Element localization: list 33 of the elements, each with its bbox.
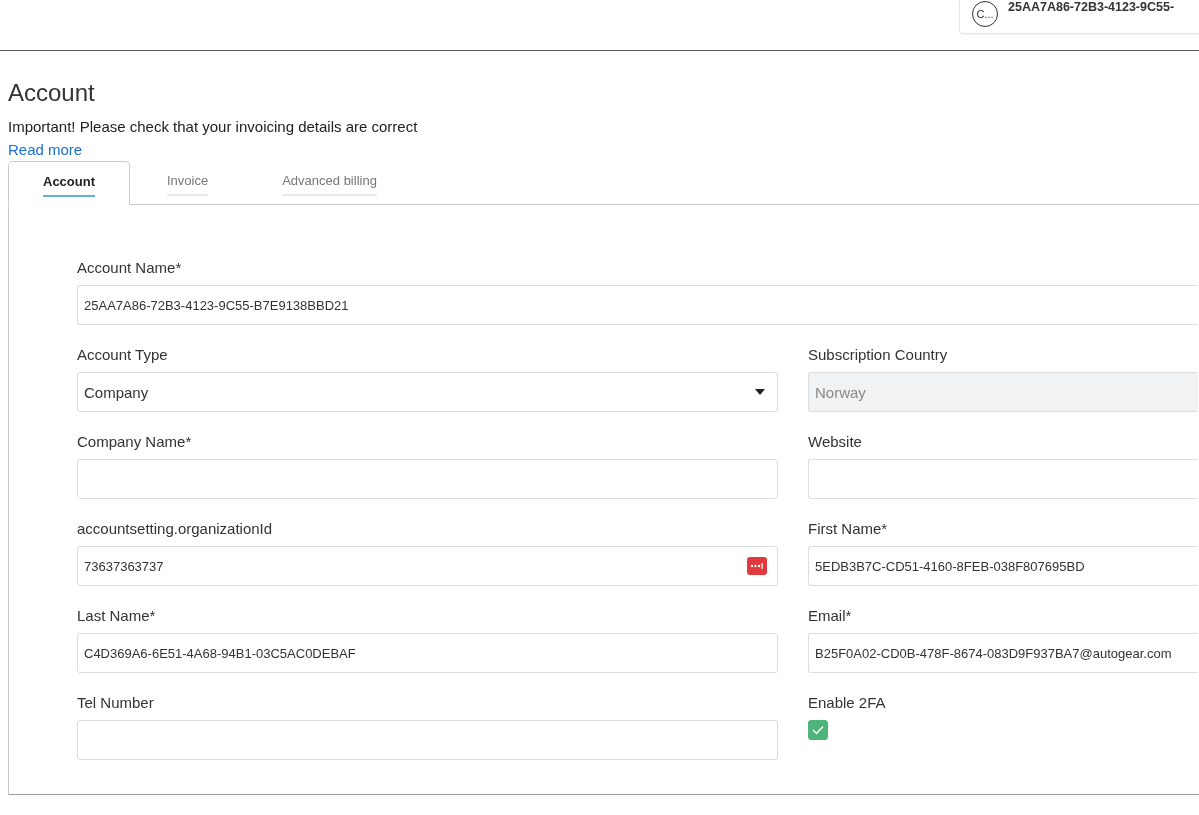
dots-icon bbox=[750, 563, 764, 569]
page-title: Account bbox=[8, 79, 96, 107]
notice-text: Important! Please check that your invoicing details are correct bbox=[8, 117, 419, 137]
field-label: Enable 2FA bbox=[808, 693, 887, 713]
field-label: Company Name* bbox=[77, 432, 193, 452]
field-label: Subscription Country bbox=[808, 345, 949, 365]
read-more-link[interactable]: Read more bbox=[8, 140, 83, 160]
dropdown[interactable]: Company bbox=[77, 372, 778, 412]
password-manager-icon[interactable] bbox=[747, 557, 767, 575]
input-field[interactable]: B25F0A02-CD0B-478F-8674-083D9F937BA7@autogear.com bbox=[808, 633, 1198, 673]
input-field[interactable]: 5EDB3B7C-CD51-4160-8FEB-038F807695BD bbox=[808, 546, 1198, 586]
user-chip[interactable]: C... 25AA7A86-72B3-4123-9C55- bbox=[959, 0, 1199, 34]
tab[interactable]: Advanced billing bbox=[245, 161, 414, 205]
field-label: Email* bbox=[808, 606, 853, 626]
input-field[interactable]: 73637363737 bbox=[77, 546, 778, 586]
tab[interactable]: Account bbox=[8, 161, 130, 205]
field-label: accountsetting.organizationId bbox=[77, 519, 274, 539]
checkbox[interactable] bbox=[808, 720, 828, 740]
input-field[interactable] bbox=[77, 720, 778, 760]
user-name: 25AA7A86-72B3-4123-9C55- bbox=[1008, 0, 1175, 14]
caret-icon bbox=[755, 389, 765, 395]
field-label: Tel Number bbox=[77, 693, 155, 713]
tab[interactable]: Invoice bbox=[130, 161, 246, 205]
field-label: Account Type bbox=[77, 345, 169, 365]
input-field[interactable] bbox=[77, 459, 778, 499]
check-icon bbox=[812, 725, 824, 735]
input-field[interactable]: 25AA7A86-72B3-4123-9C55-B7E9138BBD21 bbox=[77, 285, 1198, 325]
field-label: Last Name* bbox=[77, 606, 157, 626]
field-label: Website bbox=[808, 432, 863, 452]
field-label: First Name* bbox=[808, 519, 889, 539]
input-field[interactable] bbox=[808, 459, 1198, 499]
input-field[interactable]: C4D369A6-6E51-4A68-94B1-03C5AC0DEBAF bbox=[77, 633, 778, 673]
field-label: Account Name* bbox=[77, 258, 183, 278]
